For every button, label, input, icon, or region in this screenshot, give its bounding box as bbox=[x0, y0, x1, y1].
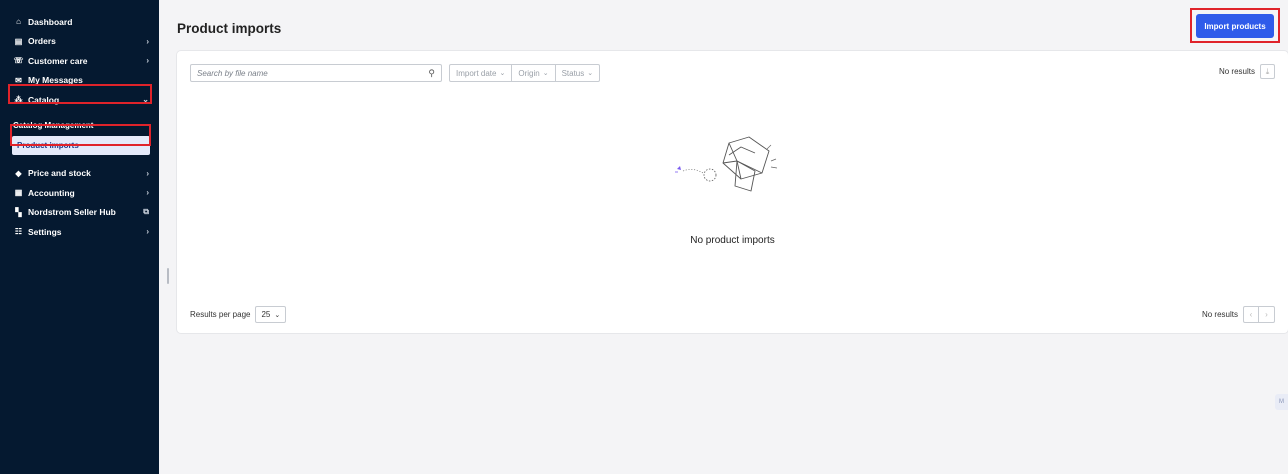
imports-card: Search by file name ⚲ Import date ⌄ Origi… bbox=[177, 51, 1288, 333]
filter-label: Origin bbox=[518, 68, 540, 78]
settings-icon: ☷ bbox=[14, 227, 23, 237]
nav-label: Nordstrom Seller Hub bbox=[28, 207, 116, 218]
empty-state-message: No product imports bbox=[690, 235, 775, 246]
filter-group: Import date ⌄ Origin ⌄ Status ⌄ bbox=[449, 64, 601, 82]
chevron-down-icon: ⌄ bbox=[542, 70, 549, 77]
sidebar: ⌂ Dashboard ▤ Orders › ☏ Customer care ›… bbox=[0, 0, 159, 474]
results-text: No results bbox=[1201, 310, 1238, 319]
orders-icon: ▤ bbox=[14, 36, 23, 46]
chevron-down-icon: ⌄ bbox=[499, 70, 506, 77]
resize-handle[interactable] bbox=[167, 268, 169, 284]
nav-label: Accounting bbox=[28, 187, 75, 198]
search-placeholder: Search by file name bbox=[197, 68, 268, 78]
nav-item-settings[interactable]: ☷ Settings › bbox=[0, 222, 159, 242]
page-title: Product imports bbox=[177, 21, 282, 36]
chevron-right-icon: › bbox=[146, 188, 149, 198]
results-per-page-select[interactable]: 25 ⌄ bbox=[255, 306, 287, 323]
results-text: No results bbox=[1218, 67, 1255, 76]
nav-subitem-product-imports[interactable]: Product imports bbox=[12, 135, 150, 155]
import-products-button[interactable]: Import products bbox=[1196, 14, 1274, 38]
tag-icon: ◆ bbox=[15, 168, 22, 178]
chevron-right-icon: › bbox=[146, 168, 149, 178]
nav-label: Orders bbox=[28, 36, 56, 47]
filter-label: Status bbox=[561, 68, 585, 78]
nav-item-customer-care[interactable]: ☏ Customer care › bbox=[0, 51, 159, 71]
catalog-management-header[interactable]: Catalog Management bbox=[0, 117, 159, 134]
results-count-bottom: No results ‹ › bbox=[1202, 306, 1275, 323]
accounting-icon: ▦ bbox=[14, 188, 23, 198]
search-input[interactable]: Search by file name ⚲ bbox=[190, 64, 442, 82]
chevron-right-icon: › bbox=[146, 227, 149, 237]
filter-status[interactable]: Status ⌄ bbox=[556, 65, 600, 81]
filter-import-date[interactable]: Import date ⌄ bbox=[450, 65, 513, 81]
nav-label: Price and stock bbox=[28, 168, 91, 179]
catalog-icon: ⁂ bbox=[14, 95, 23, 105]
home-icon: ⌂ bbox=[16, 17, 21, 27]
pagination: ‹ › bbox=[1243, 306, 1275, 323]
chevron-down-icon: ⌄ bbox=[142, 95, 149, 105]
nav-item-price-and-stock[interactable]: ◆ Price and stock › bbox=[0, 164, 159, 184]
external-link-icon: ⧉ bbox=[143, 207, 149, 217]
results-per-page-label: Results per page bbox=[190, 310, 251, 319]
nav-label: Dashboard bbox=[28, 16, 73, 27]
nav-label: Catalog bbox=[28, 94, 60, 105]
nav-item-dashboard[interactable]: ⌂ Dashboard bbox=[0, 12, 159, 32]
nav-label: Settings bbox=[28, 226, 62, 237]
nav-item-accounting[interactable]: ▦ Accounting › bbox=[0, 183, 159, 203]
nav-item-catalog[interactable]: ⁂ Catalog ⌄ bbox=[0, 90, 159, 110]
help-widget-icon[interactable]: M bbox=[1275, 394, 1288, 410]
nav-label: My Messages bbox=[28, 75, 83, 86]
next-page-icon[interactable]: › bbox=[1259, 307, 1274, 322]
nav-item-orders[interactable]: ▤ Orders › bbox=[0, 32, 159, 52]
chevron-right-icon: › bbox=[146, 36, 149, 46]
prev-page-icon[interactable]: ‹ bbox=[1244, 307, 1259, 322]
nav-item-my-messages[interactable]: ✉ My Messages bbox=[0, 71, 159, 91]
empty-box-illustration bbox=[675, 136, 778, 192]
chevron-down-icon: ⌄ bbox=[274, 311, 281, 319]
results-per-page-value: 25 bbox=[261, 310, 271, 319]
search-icon[interactable]: ⚲ bbox=[428, 68, 435, 79]
nav-item-nordstrom-seller-hub[interactable]: ▚ Nordstrom Seller Hub ⧉ bbox=[0, 203, 159, 223]
download-icon[interactable]: ⤓ bbox=[1260, 64, 1275, 79]
results-count-top: No results ⤓ bbox=[1219, 64, 1275, 79]
messages-icon: ✉ bbox=[15, 75, 22, 85]
hub-icon: ▚ bbox=[15, 207, 22, 217]
filter-label: Import date bbox=[456, 68, 497, 78]
results-per-page: Results per page 25 ⌄ bbox=[190, 306, 287, 323]
chevron-right-icon: › bbox=[146, 56, 149, 66]
nav-label: Customer care bbox=[28, 55, 88, 66]
chevron-down-icon: ⌄ bbox=[587, 70, 594, 77]
filter-origin[interactable]: Origin ⌄ bbox=[512, 65, 556, 81]
customer-care-icon: ☏ bbox=[13, 56, 24, 66]
